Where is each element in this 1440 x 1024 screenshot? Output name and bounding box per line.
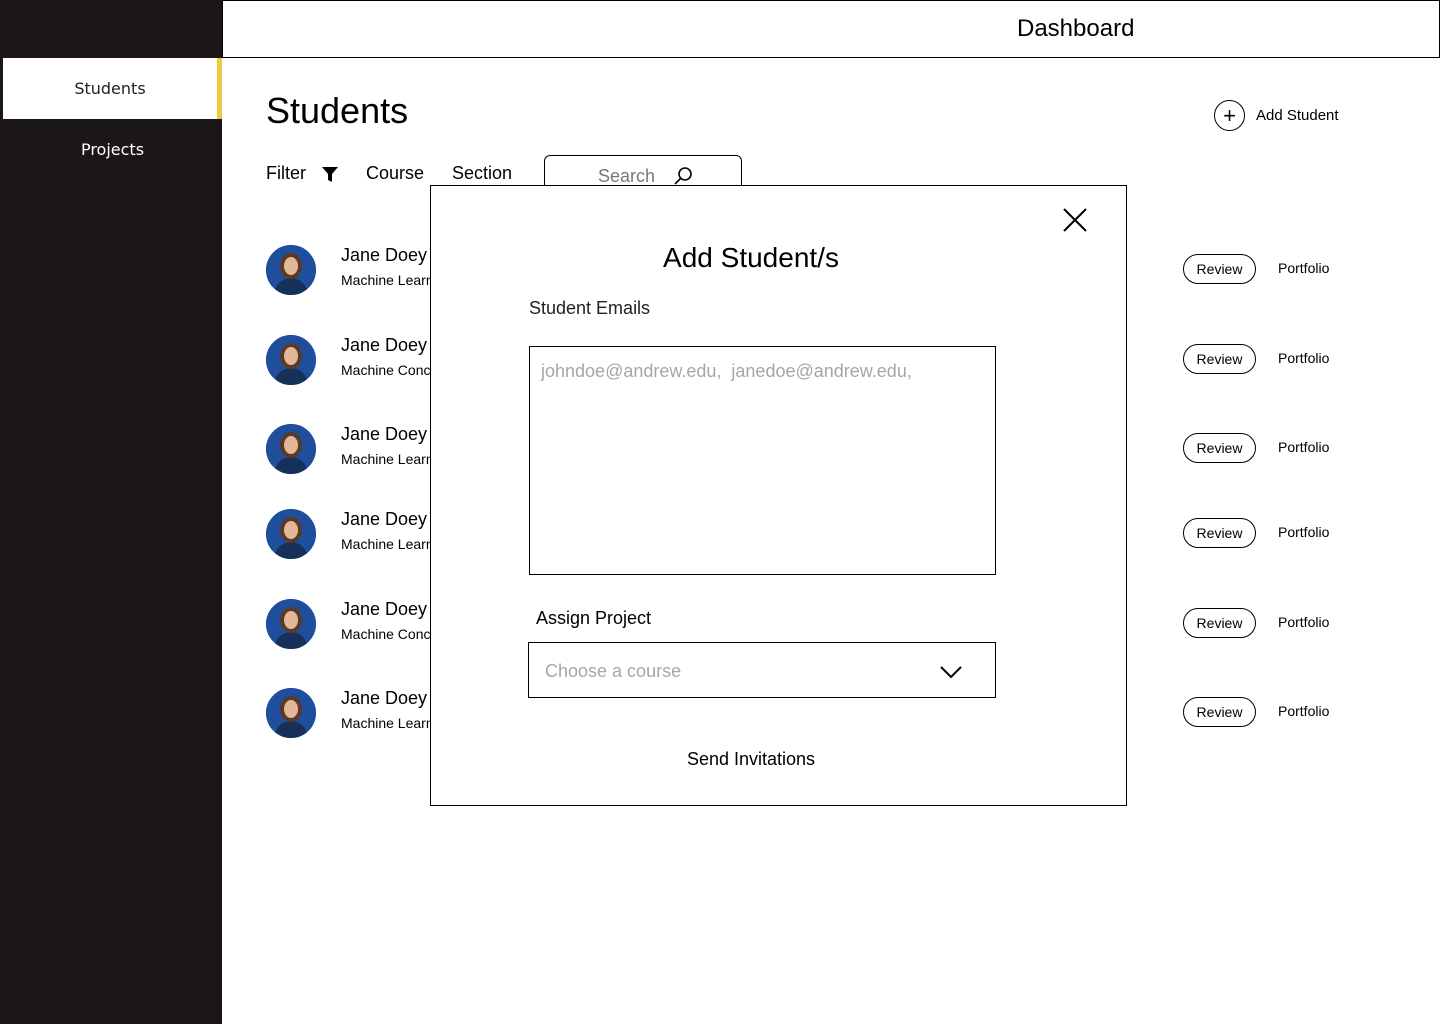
student-course: Machine Concepts — [341, 626, 431, 642]
course-filter[interactable]: Course — [366, 163, 424, 184]
section-filter[interactable]: Section — [452, 163, 512, 184]
avatar — [266, 245, 316, 295]
assign-project-label: Assign Project — [536, 608, 652, 628]
student-name: Jane Doey — [341, 688, 428, 708]
sidebar: Students Projects — [0, 0, 222, 1024]
student-course: Machine Learning — [341, 715, 431, 731]
add-student-button[interactable]: + Add Student — [1214, 100, 1339, 131]
avatar — [266, 335, 316, 385]
modal-title: Add Student/s — [663, 242, 839, 273]
student-name: Jane Doey — [341, 245, 428, 265]
portfolio-link[interactable]: Portfolio — [1278, 350, 1329, 366]
search-placeholder: Search — [598, 166, 656, 186]
student-name: Jane Doey — [341, 509, 428, 529]
portfolio-link[interactable]: Portfolio — [1278, 260, 1329, 276]
student-emails-label: Student Emails — [529, 298, 651, 318]
review-button[interactable]: Review — [1183, 433, 1256, 463]
course-select-value: Choose a course — [545, 661, 682, 681]
sidebar-item-students[interactable]: Students — [3, 58, 222, 119]
student-course: Machine Learning — [341, 272, 431, 288]
add-student-label: Add Student — [1256, 107, 1339, 124]
review-button[interactable]: Review — [1183, 697, 1256, 727]
close-icon[interactable] — [1061, 206, 1089, 234]
student-emails-field[interactable] — [529, 346, 996, 575]
avatar — [266, 424, 316, 474]
add-student-modal: Add Student/s Student Emails Assign Proj… — [430, 185, 1127, 806]
portfolio-link[interactable]: Portfolio — [1278, 439, 1329, 455]
student-name: Jane Doey — [341, 424, 428, 444]
review-button[interactable]: Review — [1183, 344, 1256, 374]
review-button[interactable]: Review — [1183, 254, 1256, 284]
avatar — [266, 688, 316, 738]
chevron-down-icon — [939, 665, 963, 684]
portfolio-link[interactable]: Portfolio — [1278, 524, 1329, 540]
student-course: Machine Learning — [341, 536, 431, 552]
student-course: Machine Concepts — [341, 362, 431, 378]
plus-circle-icon: + — [1214, 100, 1245, 131]
review-button[interactable]: Review — [1183, 518, 1256, 548]
filter-button[interactable]: Filter — [266, 163, 306, 184]
student-name: Jane Doey — [341, 599, 428, 619]
avatar — [266, 509, 316, 559]
portfolio-link[interactable]: Portfolio — [1278, 614, 1329, 630]
avatar — [266, 599, 316, 649]
student-name: Jane Doey — [341, 335, 428, 355]
portfolio-link[interactable]: Portfolio — [1278, 703, 1329, 719]
review-button[interactable]: Review — [1183, 608, 1256, 638]
page-title: Students — [266, 90, 409, 131]
top-bar: Dashboard — [222, 0, 1440, 58]
dashboard-title: Dashboard — [1017, 15, 1135, 42]
sidebar-item-projects[interactable]: Projects — [3, 119, 222, 180]
student-course: Machine Learning — [341, 451, 431, 467]
send-invitations-button[interactable]: Send Invitations — [431, 749, 1071, 770]
funnel-icon[interactable] — [322, 167, 338, 188]
course-select[interactable]: Choose a course — [528, 642, 996, 698]
